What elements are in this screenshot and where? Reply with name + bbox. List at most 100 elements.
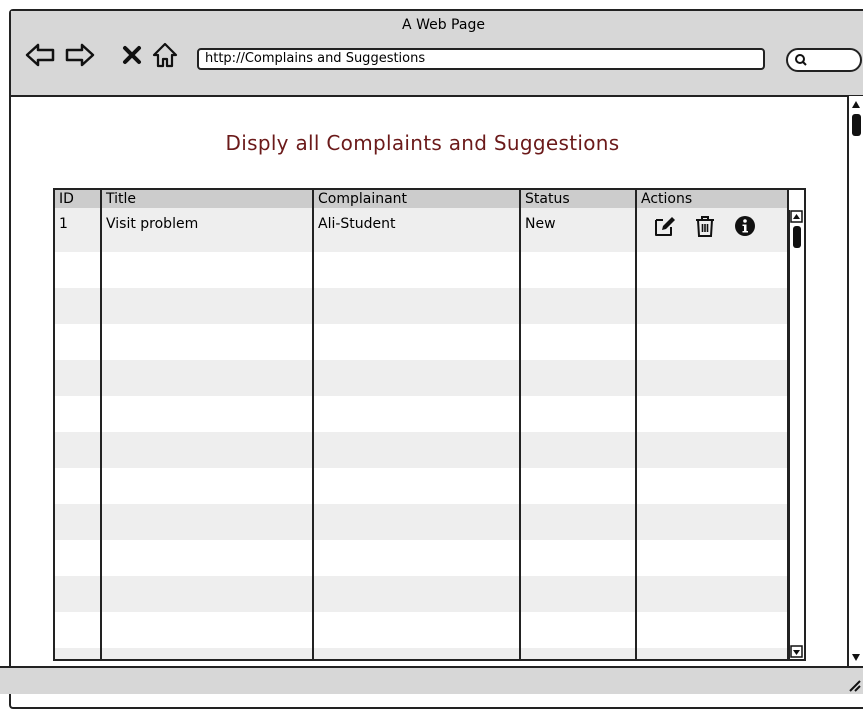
empty-cell: [101, 360, 314, 396]
table-row-empty: [55, 576, 789, 612]
empty-cell: [313, 504, 521, 540]
empty-cell: [101, 396, 314, 432]
empty-cell: [55, 504, 102, 540]
empty-cell: [101, 288, 314, 324]
table-row[interactable]: 1 Visit problem Ali-Student New: [55, 208, 789, 252]
empty-cell: [55, 612, 102, 648]
table-row-empty: [55, 360, 789, 396]
empty-cell: [520, 504, 637, 540]
empty-cell: [55, 360, 102, 396]
empty-cell: [313, 612, 521, 648]
cell-title: Visit problem: [101, 208, 314, 252]
stop-button[interactable]: [117, 40, 147, 70]
table-scrollbar[interactable]: [788, 210, 804, 659]
scroll-up-icon[interactable]: [790, 210, 804, 224]
empty-cell: [101, 612, 314, 648]
column-header-title[interactable]: Title: [101, 190, 314, 208]
empty-cell: [636, 504, 789, 540]
empty-cell: [520, 612, 637, 648]
empty-cell: [520, 288, 637, 324]
empty-cell: [313, 468, 521, 504]
empty-cell: [520, 648, 637, 659]
empty-cell: [313, 360, 521, 396]
empty-cell: [313, 540, 521, 576]
page-title: Disply all Complaints and Suggestions: [225, 131, 620, 155]
back-arrow-icon: [25, 43, 55, 67]
url-input[interactable]: http://Complains and Suggestions: [197, 48, 765, 70]
empty-cell: [313, 288, 521, 324]
scroll-up-icon[interactable]: [849, 98, 863, 112]
empty-cell: [520, 432, 637, 468]
table-row-empty: [55, 396, 789, 432]
column-header-id[interactable]: ID: [55, 190, 102, 208]
empty-cell: [101, 252, 314, 288]
empty-cell: [636, 360, 789, 396]
empty-cell: [101, 540, 314, 576]
edit-button[interactable]: [653, 214, 677, 238]
column-header-status[interactable]: Status: [520, 190, 637, 208]
table-row-empty: [55, 468, 789, 504]
empty-cell: [636, 432, 789, 468]
empty-cell: [520, 468, 637, 504]
empty-cell: [55, 468, 102, 504]
info-button[interactable]: [733, 214, 757, 238]
empty-cell: [313, 252, 521, 288]
empty-cell: [636, 540, 789, 576]
window-title: A Web Page: [402, 17, 485, 33]
empty-cell: [636, 396, 789, 432]
scroll-down-icon[interactable]: [790, 645, 804, 659]
delete-button[interactable]: [693, 214, 717, 238]
table-row-empty: [55, 324, 789, 360]
table-row-empty: [55, 252, 789, 288]
complaints-table: ID Title Complainant Status Actions 1 Vi…: [53, 188, 806, 661]
cell-id: 1: [55, 208, 102, 252]
empty-cell: [636, 288, 789, 324]
page-scroll-thumb[interactable]: [852, 114, 861, 136]
empty-cell: [101, 432, 314, 468]
empty-cell: [520, 360, 637, 396]
empty-cell: [313, 648, 521, 659]
cell-complainant: Ali-Student: [313, 208, 521, 252]
trash-icon: [696, 216, 714, 237]
empty-cell: [636, 612, 789, 648]
table-row-empty: [55, 288, 789, 324]
empty-cell: [55, 648, 102, 659]
empty-cell: [101, 648, 314, 659]
empty-cell: [636, 468, 789, 504]
table-row-empty: [55, 432, 789, 468]
empty-cell: [636, 576, 789, 612]
empty-cell: [313, 576, 521, 612]
empty-cell: [636, 252, 789, 288]
cell-status: New: [520, 208, 637, 252]
empty-cell: [313, 324, 521, 360]
table-row-empty: [55, 504, 789, 540]
home-icon: [152, 42, 178, 68]
empty-cell: [313, 432, 521, 468]
info-icon: [735, 216, 755, 236]
scroll-down-icon[interactable]: [849, 650, 863, 664]
back-button[interactable]: [25, 40, 55, 70]
page-scrollbar[interactable]: [847, 96, 863, 666]
column-header-complainant[interactable]: Complainant: [313, 190, 521, 208]
empty-cell: [55, 288, 102, 324]
column-header-actions: Actions: [636, 190, 789, 208]
empty-cell: [520, 540, 637, 576]
search-icon: [795, 54, 807, 66]
resize-grip-icon[interactable]: [845, 676, 861, 692]
empty-cell: [636, 648, 789, 659]
table-row-empty: [55, 648, 789, 659]
status-bar: [0, 666, 863, 694]
forward-arrow-icon: [65, 43, 95, 67]
empty-cell: [55, 576, 102, 612]
forward-button[interactable]: [65, 40, 95, 70]
empty-cell: [101, 576, 314, 612]
browser-toolbar: A Web Page http://Complains and Suggesti…: [11, 11, 863, 97]
empty-cell: [55, 252, 102, 288]
browser-search-field[interactable]: [786, 48, 862, 72]
empty-cell: [520, 396, 637, 432]
empty-cell: [55, 396, 102, 432]
table-scroll-thumb[interactable]: [793, 226, 801, 248]
home-button[interactable]: [150, 40, 180, 70]
table-row-empty: [55, 612, 789, 648]
table-header-row: ID Title Complainant Status Actions: [55, 190, 789, 208]
